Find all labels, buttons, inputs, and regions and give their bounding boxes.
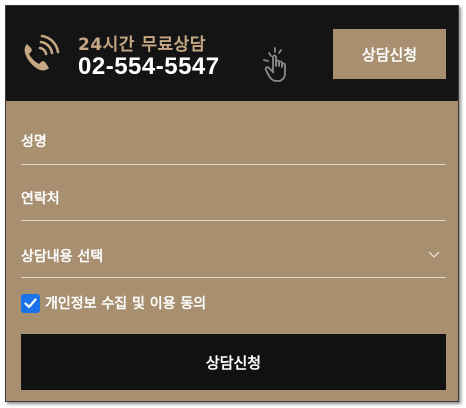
chevron-down-icon	[428, 251, 440, 258]
privacy-agree-checkbox[interactable]	[21, 293, 40, 313]
consult-widget: 24시간 무료상담 02-554-5547 상담신청 상담내용 선택	[5, 5, 459, 402]
hours-label: 24시간 무료상담	[78, 35, 206, 55]
name-field[interactable]	[21, 108, 446, 165]
name-input[interactable]	[21, 108, 446, 164]
submit-button[interactable]: 상담신청	[21, 334, 446, 390]
consult-type-select[interactable]: 상담내용 선택	[21, 221, 446, 278]
privacy-agree-label[interactable]: 개인정보 수집 및 이용 동의	[45, 293, 206, 313]
hand-tap-icon	[263, 47, 286, 82]
contact-input[interactable]	[21, 165, 446, 220]
consult-request-button[interactable]: 상담신청	[333, 29, 446, 79]
check-icon	[24, 297, 37, 308]
header-bar: 24시간 무료상담 02-554-5547 상담신청	[6, 6, 458, 101]
privacy-agree-row[interactable]: 개인정보 수집 및 이용 동의	[21, 292, 206, 314]
contact-field[interactable]	[21, 165, 446, 221]
phone-ringing-icon	[24, 34, 60, 71]
phone-number[interactable]: 02-554-5547	[78, 53, 220, 81]
consult-type-label[interactable]: 상담내용 선택	[21, 221, 446, 277]
